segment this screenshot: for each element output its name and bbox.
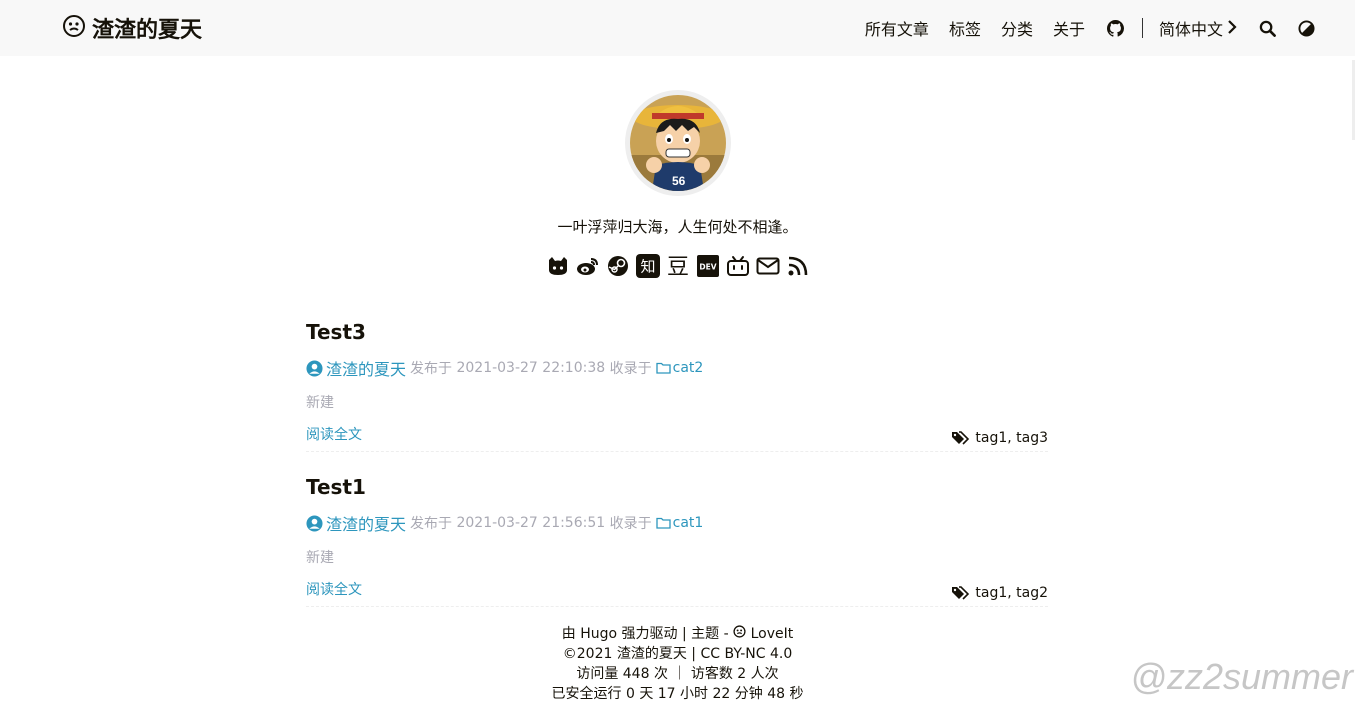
site-header: 渣渣的夏天 所有文章 标签 分类 关于 简体中文: [0, 0, 1355, 56]
footer-powered-prefix: 由: [561, 626, 576, 642]
post-category-name: cat2: [672, 360, 704, 376]
menu-item-about[interactable]: 关于: [1053, 16, 1085, 40]
dev-icon[interactable]: DEV: [696, 253, 720, 279]
steam-icon[interactable]: [606, 253, 630, 279]
post-category-name: cat1: [672, 515, 704, 531]
loveit-logo-icon: [733, 625, 746, 638]
post-author-link[interactable]: 渣渣的夏天: [306, 511, 406, 535]
site-title: 渣渣的夏天: [92, 18, 203, 43]
post-summary-card: Test3 渣渣的夏天 发布于 2021-03-27 22:10:38 收录于 …: [306, 320, 1048, 452]
menu-divider: [1141, 18, 1143, 38]
post-category-link[interactable]: cat2: [655, 360, 704, 376]
home-profile: 56 一叶浮萍归大海，人生何处不相逢。 知 豆 DEV: [0, 90, 1355, 279]
svg-text:56: 56: [672, 174, 686, 188]
search-icon[interactable]: [1259, 20, 1276, 37]
user-circle-icon: [306, 514, 323, 532]
user-circle-icon: [306, 359, 323, 377]
email-icon[interactable]: [756, 253, 780, 279]
post-date: 2021-03-27 21:56:51: [456, 515, 606, 531]
footer-powered-line: 由 Hugo 强力驱动 | 主题 - LoveIt: [0, 624, 1355, 644]
post-category-link[interactable]: cat1: [655, 515, 704, 531]
post-title[interactable]: Test3: [306, 320, 1048, 344]
avatar[interactable]: 56: [624, 90, 731, 196]
post-summary-card: Test1 渣渣的夏天 发布于 2021-03-27 21:56:51 收录于 …: [306, 475, 1048, 607]
post-tags: tag1, tag2: [952, 579, 1048, 607]
post-footer: 阅读全文 tag1, tag3: [306, 424, 1048, 452]
post-published-label: 发布于: [410, 516, 453, 532]
post-meta: 渣渣的夏天 发布于 2021-03-27 21:56:51 收录于 cat1: [306, 511, 1048, 535]
post-summary-text: 新建: [306, 395, 334, 411]
watermark-text: @zz2summer: [1130, 656, 1353, 697]
post-footer: 阅读全文 tag1, tag2: [306, 579, 1048, 607]
chevron-right-icon: [1227, 19, 1237, 38]
social-links: 知 豆 DEV: [0, 253, 1355, 279]
post-tag-list[interactable]: tag1, tag3: [975, 430, 1048, 446]
folder-icon: [655, 517, 671, 529]
tags-icon: [952, 586, 970, 600]
copyright-year: ©2021: [562, 646, 613, 662]
post-published-label: 发布于: [410, 361, 453, 377]
github-icon[interactable]: [1106, 19, 1124, 37]
home-subtitle: 一叶浮萍归大海，人生何处不相逢。: [557, 218, 798, 236]
hugo-link[interactable]: Hugo: [580, 626, 617, 642]
read-more-link[interactable]: 阅读全文: [306, 579, 362, 607]
folder-icon: [655, 362, 671, 374]
tags-icon: [952, 431, 970, 445]
svg-text:豆: 豆: [666, 255, 688, 278]
read-more-link[interactable]: 阅读全文: [306, 424, 362, 452]
language-label: 简体中文: [1158, 20, 1223, 39]
svg-text:DEV: DEV: [699, 263, 716, 272]
post-tag-list[interactable]: tag1, tag2: [975, 585, 1048, 601]
post-author-link[interactable]: 渣渣的夏天: [306, 356, 406, 380]
menu-item-tags[interactable]: 标签: [949, 16, 981, 40]
post-author-name: 渣渣的夏天: [326, 515, 407, 534]
post-summary-text: 新建: [306, 550, 334, 566]
bilibili-icon[interactable]: [726, 253, 750, 279]
github-icon[interactable]: [546, 253, 570, 279]
theme-toggle-icon[interactable]: [1298, 19, 1315, 37]
weibo-icon[interactable]: [576, 253, 600, 279]
post-tags: tag1, tag3: [952, 424, 1048, 452]
rss-icon[interactable]: [786, 253, 810, 279]
post-author-name: 渣渣的夏天: [326, 360, 407, 379]
post-collected-label: 收录于: [609, 516, 652, 532]
post-title[interactable]: Test1: [306, 475, 1048, 499]
douban-icon[interactable]: 豆: [666, 253, 690, 279]
zhihu-icon[interactable]: 知: [635, 253, 660, 279]
main-menu: 所有文章 标签 分类 关于 简体中文: [845, 14, 1315, 42]
post-meta: 渣渣的夏天 发布于 2021-03-27 22:10:38 收录于 cat2: [306, 356, 1048, 380]
post-date: 2021-03-27 22:10:38: [456, 360, 606, 376]
footer-powered-suffix: 强力驱动 | 主题 -: [621, 626, 729, 642]
language-switch[interactable]: 简体中文: [1159, 16, 1237, 40]
post-collected-label: 收录于: [609, 361, 652, 377]
svg-text:知: 知: [640, 258, 655, 276]
menu-item-posts[interactable]: 所有文章: [865, 16, 929, 40]
site-logo[interactable]: 渣渣的夏天: [62, 12, 202, 44]
theme-name: LoveIt: [750, 626, 794, 642]
menu-item-categories[interactable]: 分类: [1001, 16, 1033, 40]
theme-link[interactable]: LoveIt: [733, 625, 794, 642]
avatar-image: 56: [629, 95, 726, 191]
copyright-owner-link[interactable]: 渣渣的夏天: [617, 646, 687, 662]
loveit-logo-icon: [62, 14, 86, 42]
license-link[interactable]: CC BY-NC 4.0: [700, 646, 792, 662]
